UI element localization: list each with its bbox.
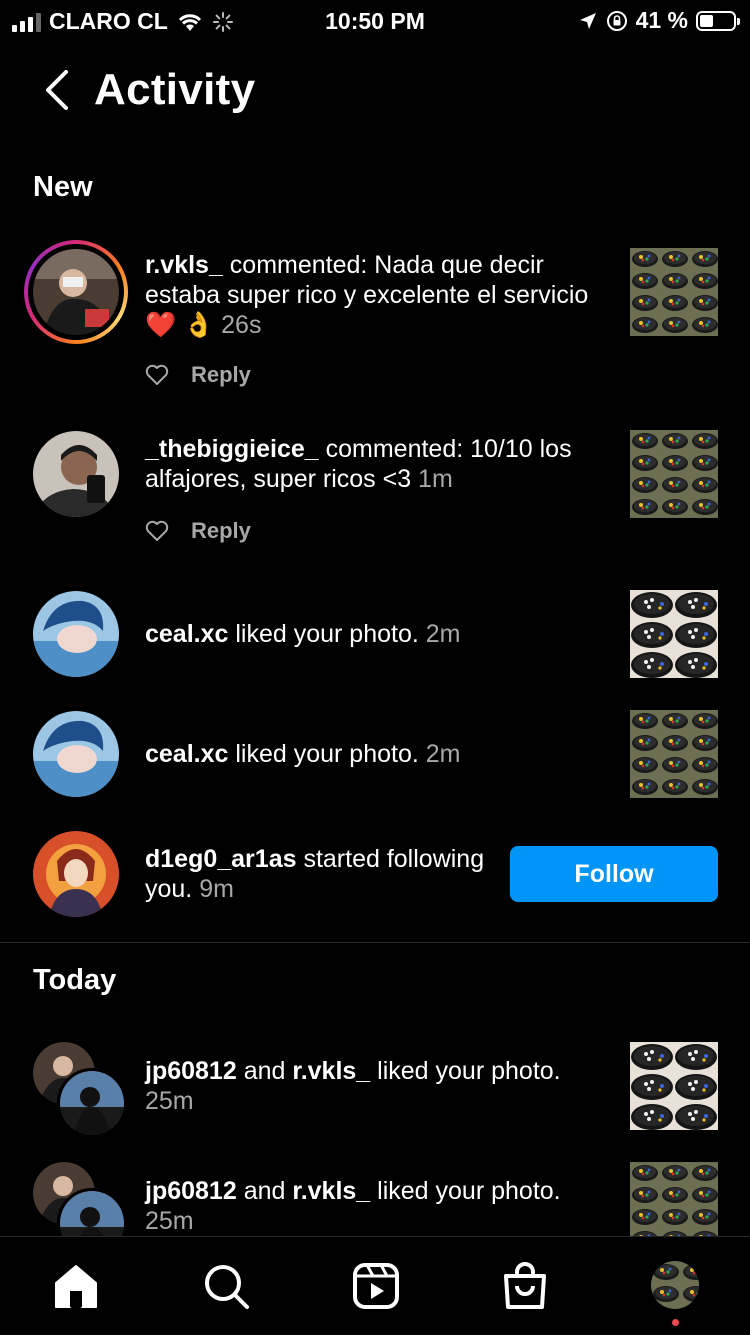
notification-dot bbox=[672, 1319, 679, 1326]
post-thumbnail[interactable] bbox=[630, 1162, 718, 1236]
timestamp: 25m bbox=[145, 1087, 194, 1115]
username[interactable]: jp60812 bbox=[145, 1177, 237, 1205]
profile-avatar-icon[interactable] bbox=[651, 1261, 699, 1309]
reply-button[interactable]: Reply bbox=[191, 518, 251, 544]
list-item[interactable]: jp60812 and r.vkls_ liked your photo. 25… bbox=[0, 1042, 750, 1138]
username[interactable]: ceal.xc bbox=[145, 740, 228, 768]
battery-percent: 41 % bbox=[635, 7, 688, 33]
section-title-today: Today bbox=[33, 964, 117, 996]
post-thumbnail[interactable] bbox=[630, 1042, 718, 1130]
avatar[interactable] bbox=[33, 831, 119, 917]
username[interactable]: r.vkls_ bbox=[292, 1057, 370, 1085]
username[interactable]: jp60812 bbox=[145, 1057, 237, 1085]
list-item[interactable]: ceal.xc liked your photo. 2m bbox=[0, 710, 750, 800]
section-title-new: New bbox=[33, 171, 93, 203]
notification-text: _thebiggieice_ commented: 10/10 los alfa… bbox=[145, 435, 572, 493]
stacked-avatars[interactable] bbox=[33, 1042, 127, 1138]
username[interactable]: d1eg0_ar1as bbox=[145, 845, 297, 873]
notification-text: r.vkls_ commented: Nada que decir estaba… bbox=[145, 251, 589, 339]
bottom-tab-bar bbox=[0, 1236, 750, 1335]
post-thumbnail[interactable] bbox=[630, 710, 718, 798]
username[interactable]: r.vkls_ bbox=[292, 1177, 370, 1205]
username[interactable]: ceal.xc bbox=[145, 620, 228, 648]
location-arrow-icon bbox=[579, 12, 596, 29]
status-right: 41 % bbox=[578, 7, 740, 34]
follow-button[interactable]: Follow bbox=[510, 846, 718, 902]
timestamp: 2m bbox=[425, 620, 461, 648]
post-thumbnail[interactable] bbox=[630, 590, 718, 678]
username[interactable]: r.vkls_ bbox=[145, 251, 223, 279]
post-thumbnail[interactable] bbox=[630, 430, 718, 518]
notification-text: ceal.xc liked your photo. 2m bbox=[145, 740, 461, 768]
stacked-avatars[interactable] bbox=[33, 1162, 127, 1236]
list-item[interactable]: d1eg0_ar1as started following you. 9m Fo… bbox=[0, 830, 750, 920]
list-item[interactable]: ceal.xc liked your photo. 2m bbox=[0, 590, 750, 680]
timestamp: 1m bbox=[418, 465, 453, 493]
list-item[interactable]: r.vkls_ commented: Nada que decir estaba… bbox=[0, 240, 750, 400]
notification-text: ceal.xc liked your photo. 2m bbox=[145, 620, 461, 648]
notification-text: jp60812 and r.vkls_ liked your photo. 25… bbox=[145, 1177, 561, 1235]
list-item[interactable]: _thebiggieice_ commented: 10/10 los alfa… bbox=[0, 430, 750, 560]
heart-outline-icon[interactable] bbox=[145, 364, 169, 386]
status-bar: CLARO CL 10:50 PM 41 % bbox=[0, 0, 750, 40]
notification-text: d1eg0_ar1as started following you. 9m bbox=[145, 845, 485, 903]
section-divider bbox=[0, 942, 750, 943]
post-thumbnail[interactable] bbox=[630, 248, 718, 336]
page-title: Activity bbox=[94, 65, 256, 114]
list-item[interactable]: jp60812 and r.vkls_ liked your photo. 25… bbox=[0, 1162, 750, 1236]
back-chevron-icon[interactable] bbox=[38, 68, 78, 112]
emoji: ❤️ 👌 bbox=[145, 311, 215, 339]
shop-bag-icon[interactable] bbox=[500, 1261, 550, 1311]
avatar[interactable] bbox=[33, 711, 119, 797]
username[interactable]: _thebiggieice_ bbox=[145, 435, 319, 463]
notification-text: jp60812 and r.vkls_ liked your photo. 25… bbox=[145, 1057, 561, 1115]
battery-icon bbox=[696, 10, 740, 31]
avatar[interactable] bbox=[33, 591, 119, 677]
timestamp: 9m bbox=[199, 875, 234, 903]
reply-button[interactable]: Reply bbox=[191, 362, 251, 388]
search-icon[interactable] bbox=[201, 1261, 251, 1311]
comment-actions: Reply bbox=[145, 362, 251, 388]
avatar[interactable] bbox=[33, 431, 119, 517]
avatar bbox=[33, 249, 119, 335]
timestamp: 2m bbox=[425, 740, 461, 768]
heart-outline-icon[interactable] bbox=[145, 520, 169, 542]
reels-icon[interactable] bbox=[351, 1261, 401, 1311]
timestamp: 25m bbox=[145, 1207, 194, 1235]
comment-actions: Reply bbox=[145, 518, 251, 544]
avatar bbox=[57, 1068, 127, 1138]
header: Activity bbox=[0, 62, 750, 122]
timestamp: 26s bbox=[221, 311, 262, 339]
rotation-lock-icon bbox=[606, 10, 627, 31]
story-ring[interactable] bbox=[24, 240, 128, 344]
home-icon[interactable] bbox=[51, 1261, 101, 1311]
